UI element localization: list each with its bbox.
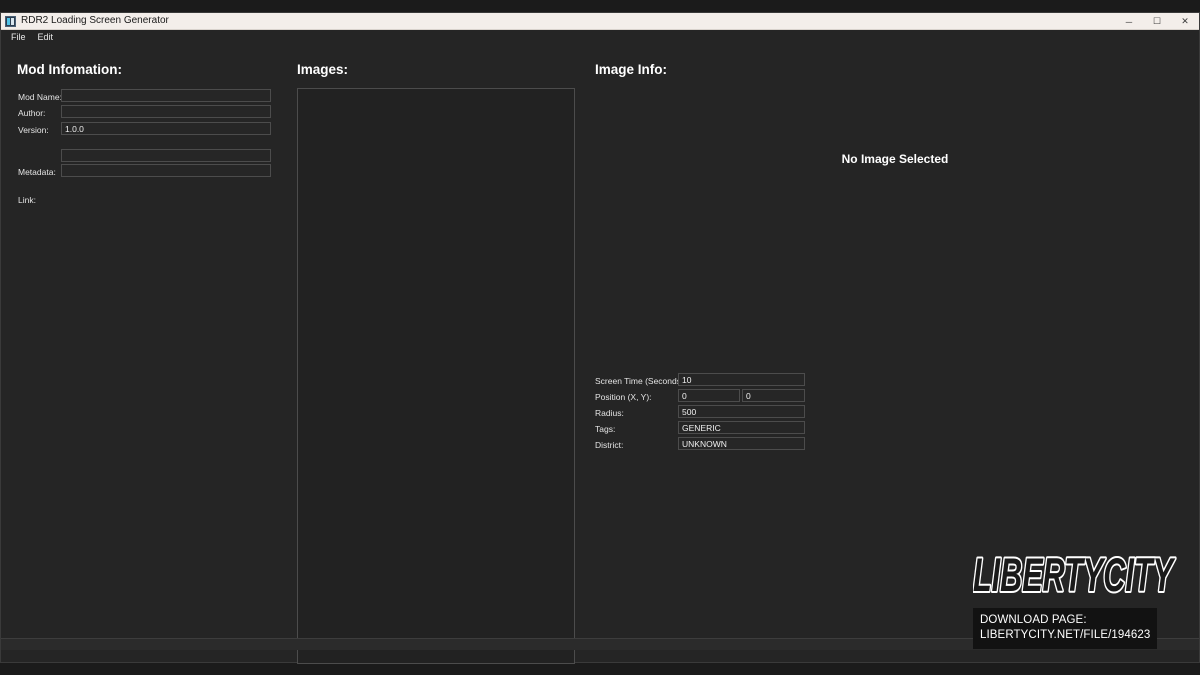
mod-information-heading: Mod Infomation: xyxy=(17,62,122,77)
title-bar: RDR2 Loading Screen Generator ─ ☐ ✕ xyxy=(1,13,1199,30)
version-label: Version: xyxy=(18,126,49,135)
status-bar xyxy=(1,638,1199,650)
window-controls: ─ ☐ ✕ xyxy=(1115,13,1199,30)
images-heading: Images: xyxy=(297,62,348,77)
position-label: Position (X, Y): xyxy=(595,393,652,402)
metadata-label: Metadata: xyxy=(18,168,56,177)
tags-label: Tags: xyxy=(595,425,615,434)
no-image-selected-label: No Image Selected xyxy=(795,152,995,166)
menu-item-edit[interactable]: Edit xyxy=(32,32,60,43)
radius-input[interactable] xyxy=(678,405,805,418)
district-input[interactable] xyxy=(678,437,805,450)
app-icon xyxy=(5,16,16,27)
screen-time-input[interactable] xyxy=(678,373,805,386)
version-input[interactable] xyxy=(61,122,271,135)
menu-item-file[interactable]: File xyxy=(5,32,32,43)
link-label: Link: xyxy=(18,196,36,205)
metadata-input[interactable] xyxy=(61,164,271,177)
main-window: RDR2 Loading Screen Generator ─ ☐ ✕ File… xyxy=(0,12,1200,663)
unlabeled-input[interactable] xyxy=(61,149,271,162)
maximize-icon: ☐ xyxy=(1153,16,1161,27)
author-input[interactable] xyxy=(61,105,271,118)
district-label: District: xyxy=(595,441,623,450)
window-title: RDR2 Loading Screen Generator xyxy=(21,16,169,26)
position-y-input[interactable] xyxy=(742,389,805,402)
minimize-icon: ─ xyxy=(1126,17,1132,27)
position-x-input[interactable] xyxy=(678,389,740,402)
minimize-button[interactable]: ─ xyxy=(1115,13,1143,30)
radius-label: Radius: xyxy=(595,409,624,418)
screen-time-label: Screen Time (Seconds): xyxy=(595,377,686,386)
images-listbox[interactable] xyxy=(297,88,575,664)
mod-name-label: Mod Name: xyxy=(18,93,62,102)
mod-name-input[interactable] xyxy=(61,89,271,102)
maximize-button[interactable]: ☐ xyxy=(1143,13,1171,30)
client-area: Mod Infomation: Mod Name: Author: Versio… xyxy=(1,44,1199,650)
close-icon: ✕ xyxy=(1181,16,1189,27)
close-button[interactable]: ✕ xyxy=(1171,13,1199,30)
author-label: Author: xyxy=(18,109,45,118)
tags-input[interactable] xyxy=(678,421,805,434)
menu-bar: File Edit xyxy=(1,30,1199,44)
image-info-heading: Image Info: xyxy=(595,62,667,77)
application-window: RDR2 Loading Screen Generator ─ ☐ ✕ File… xyxy=(0,0,1200,675)
